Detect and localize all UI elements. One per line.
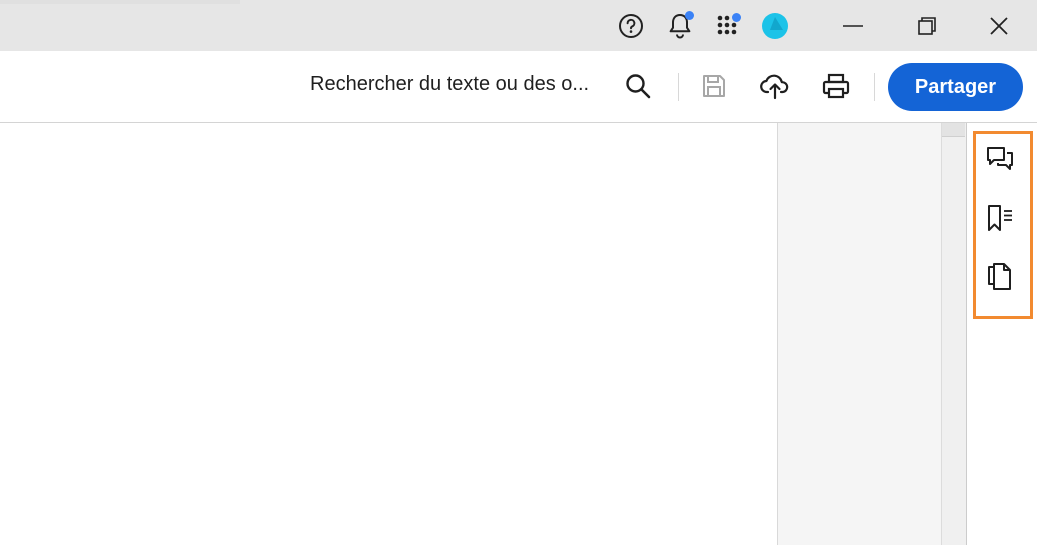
scrollbar-thumb[interactable] bbox=[942, 123, 965, 137]
save-icon[interactable] bbox=[697, 69, 731, 103]
document-canvas[interactable] bbox=[0, 123, 777, 545]
title-bar bbox=[0, 0, 1037, 51]
vertical-scrollbar[interactable] bbox=[941, 123, 966, 545]
share-button[interactable]: Partager bbox=[888, 63, 1023, 111]
bookmarks-icon[interactable] bbox=[983, 201, 1017, 235]
help-icon[interactable] bbox=[617, 9, 645, 43]
toolbar: Rechercher du texte ou des o... Partager bbox=[0, 51, 1037, 123]
comments-icon[interactable] bbox=[983, 143, 1017, 177]
minimize-icon[interactable] bbox=[830, 0, 876, 51]
tab-strip-edge bbox=[0, 0, 240, 4]
print-icon[interactable] bbox=[819, 69, 853, 103]
account-avatar-icon[interactable] bbox=[761, 9, 789, 43]
search-icon[interactable] bbox=[621, 69, 655, 103]
toolbar-divider bbox=[874, 73, 875, 101]
pages-icon[interactable] bbox=[983, 259, 1017, 293]
notification-badge bbox=[685, 11, 694, 20]
upload-cloud-icon[interactable] bbox=[758, 69, 792, 103]
toolbar-divider bbox=[678, 73, 679, 101]
search-field-label[interactable]: Rechercher du texte ou des o... bbox=[310, 73, 610, 96]
document-side-margin bbox=[777, 123, 942, 545]
apps-badge bbox=[732, 13, 741, 22]
restore-icon[interactable] bbox=[904, 0, 950, 51]
close-icon[interactable] bbox=[976, 0, 1022, 51]
